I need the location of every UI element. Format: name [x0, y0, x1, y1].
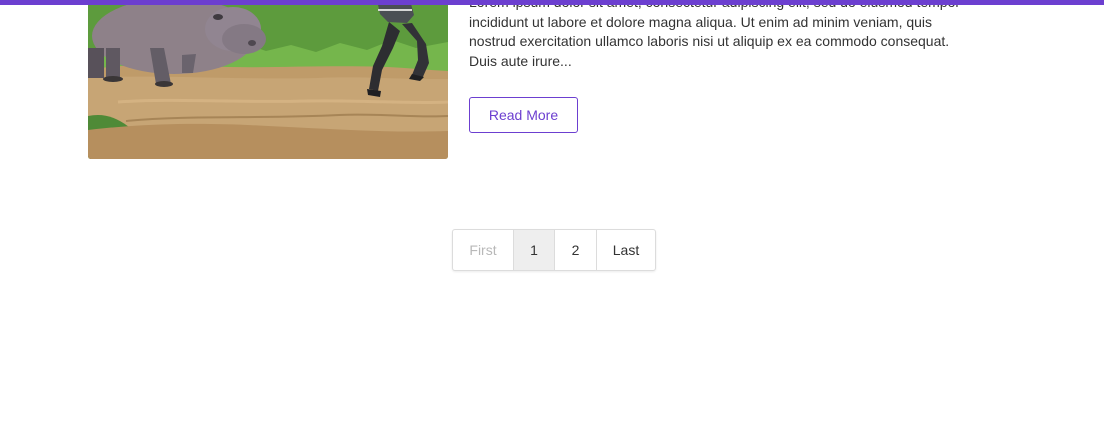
pagination-first: First — [453, 230, 514, 270]
page: Lorem ipsum dolor sit amet, consectetur … — [0, 0, 1104, 421]
hippo-and-runner-photo — [88, 0, 448, 159]
pagination: First 1 2 Last — [452, 229, 656, 271]
pagination-page-2[interactable]: 2 — [555, 230, 597, 270]
pagination-last[interactable]: Last — [597, 230, 655, 270]
post-card: Lorem ipsum dolor sit amet, consectetur … — [88, 0, 988, 160]
read-more-button[interactable]: Read More — [469, 97, 578, 133]
post-thumbnail-image[interactable] — [88, 0, 448, 159]
top-accent-bar — [0, 0, 1104, 5]
pagination-page-1[interactable]: 1 — [514, 230, 555, 270]
post-excerpt: Lorem ipsum dolor sit amet, consectetur … — [469, 0, 961, 69]
